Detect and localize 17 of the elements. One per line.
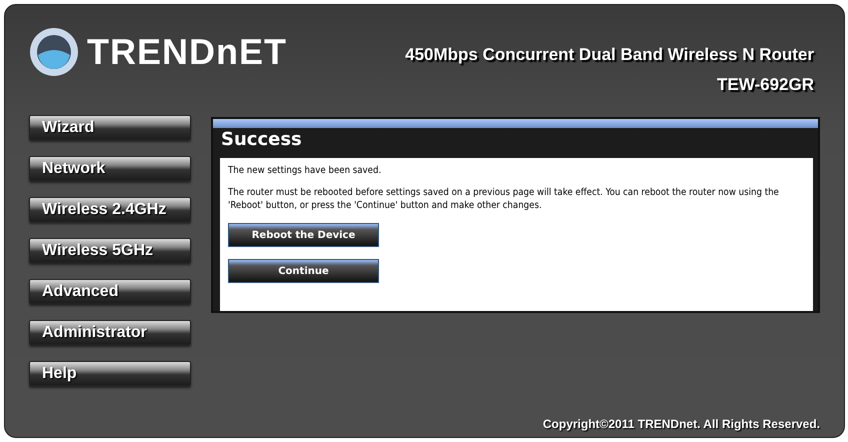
nav-button[interactable]: Administrator [29, 320, 191, 345]
message-text: The new settings have been saved. [228, 164, 382, 177]
product-title: 450Mbps Concurrent Dual Band Wireless N Router [405, 45, 814, 65]
action-button[interactable]: Reboot the Device [228, 223, 379, 247]
panel-title: Success [220, 128, 303, 152]
logo-text: TRENDnET [87, 31, 287, 73]
copyright-text: Copyright©2011 TRENDnet. All Rights Reserved. [542, 417, 820, 431]
model-name: TEW-692GR [717, 75, 814, 95]
nav-button[interactable]: Network [29, 156, 191, 181]
globe-logo-icon [29, 27, 79, 77]
message-text: The router must be rebooted before settings saved on a previous page will take effect. You can reboot the router now using the 'Reboot' button, or press the 'Continue' button and make other changes. [228, 186, 780, 212]
nav-button[interactable]: Help [29, 361, 191, 386]
nav-button[interactable]: Wizard [29, 115, 191, 140]
action-button[interactable]: Continue [228, 259, 379, 283]
nav-button[interactable]: Advanced [29, 279, 191, 304]
nav-button[interactable]: Wireless 2.4GHz [29, 197, 191, 222]
nav-button[interactable]: Wireless 5GHz [29, 238, 191, 263]
